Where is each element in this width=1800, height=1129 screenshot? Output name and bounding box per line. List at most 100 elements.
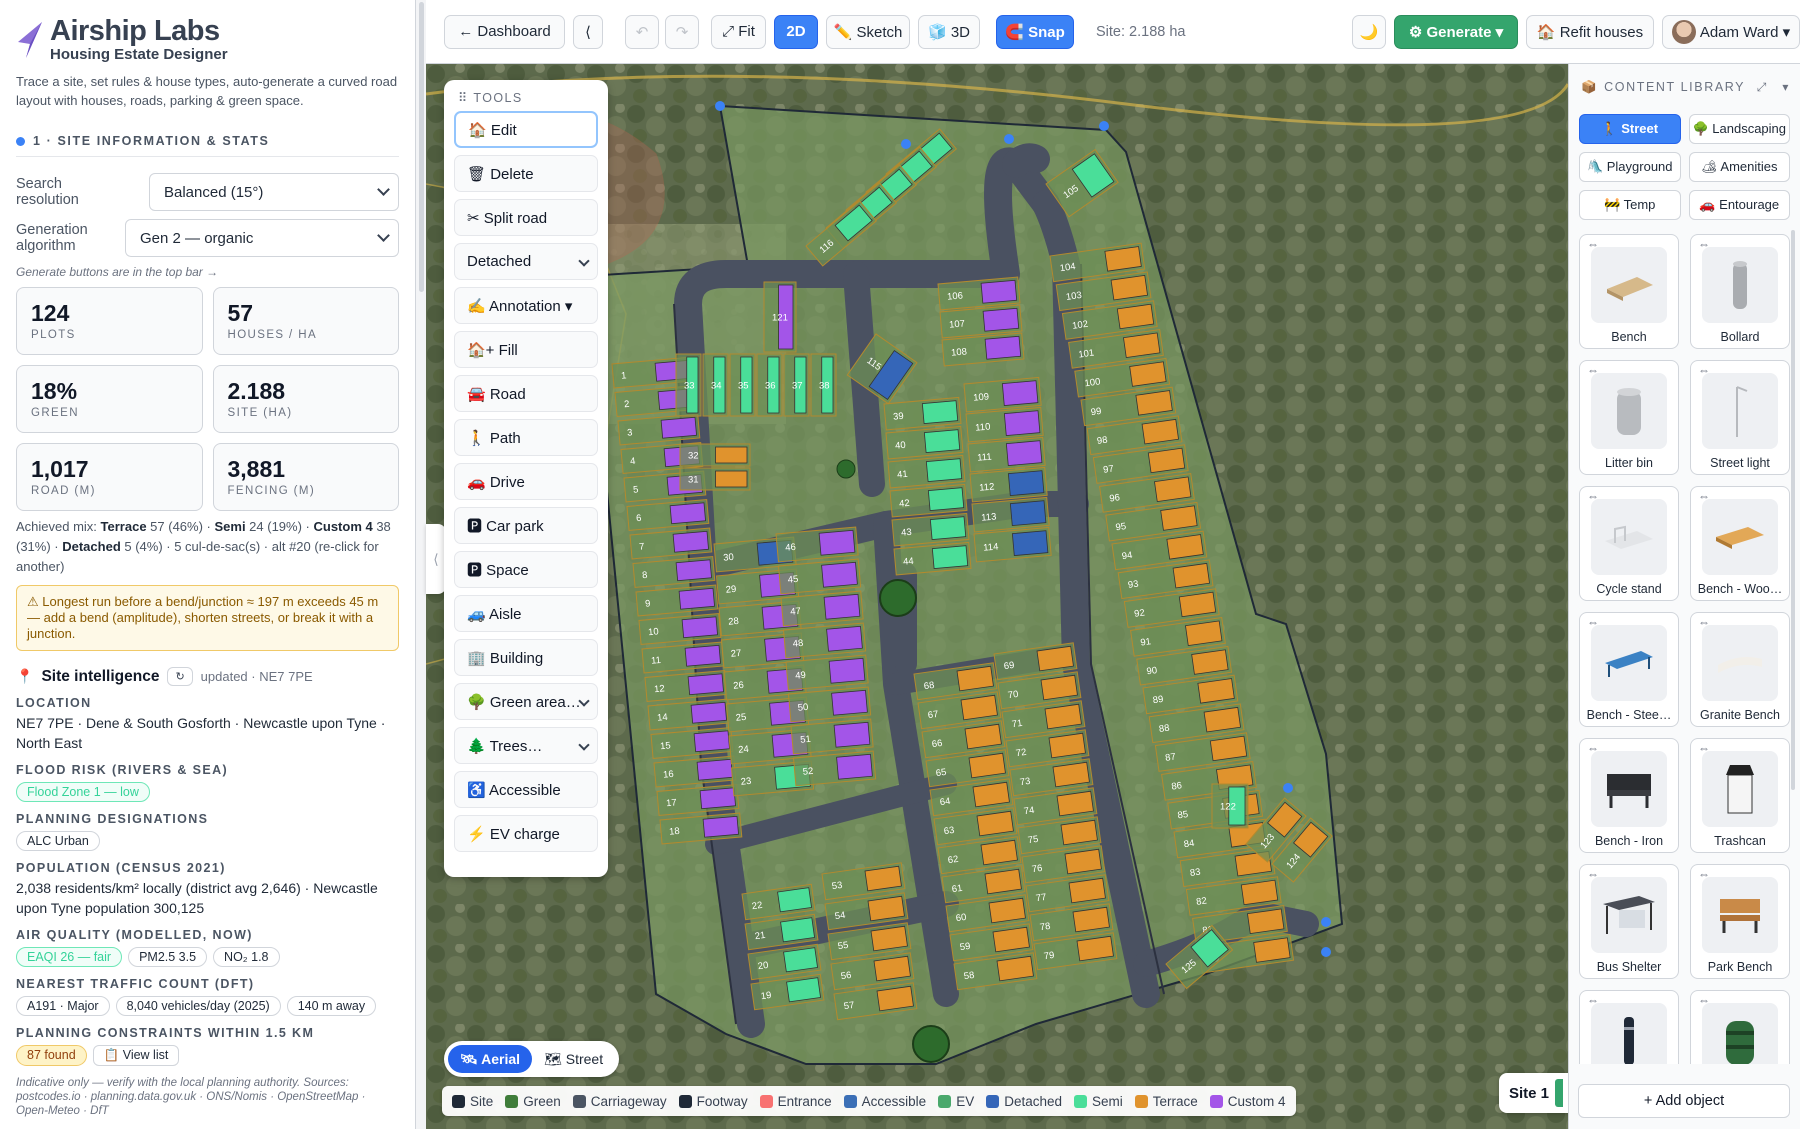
tool-15[interactable]: ♿ Accessible xyxy=(454,771,598,808)
category-tab-2[interactable]: 🛝 Playground xyxy=(1579,152,1681,182)
plot[interactable]: 111 xyxy=(967,436,1046,473)
plot[interactable]: 37 xyxy=(783,353,810,417)
plot[interactable]: 109 xyxy=(963,376,1042,413)
drag-handle-icon[interactable]: ⇔ xyxy=(1587,489,1599,503)
tool-1[interactable]: 🗑 Delete xyxy=(454,155,598,192)
library-item[interactable]: ⇔ Granite Bench xyxy=(1690,612,1790,727)
drag-handle-icon[interactable]: ⇔ xyxy=(1587,993,1599,1007)
site-tab[interactable]: Site 1 xyxy=(1499,1073,1571,1113)
library-item[interactable]: ⇔ Trashcan xyxy=(1690,738,1790,853)
drag-handle-icon[interactable]: ⇔ xyxy=(1698,237,1710,251)
tool-6[interactable]: 🚘 Road xyxy=(454,375,598,412)
category-tab-0[interactable]: 🚶 Street xyxy=(1579,114,1681,144)
plot[interactable]: 34 xyxy=(702,353,729,417)
drag-handle-icon[interactable]: ⇔ xyxy=(1587,363,1599,377)
plot-number: 9 xyxy=(645,598,651,609)
generate-button[interactable]: ⚙ Generate ▾ xyxy=(1394,14,1518,49)
library-item[interactable]: ⇔ Bus Shelter xyxy=(1579,864,1679,979)
fit-button[interactable]: ⤢ Fit xyxy=(711,14,766,49)
drag-handle-icon[interactable]: ⇔ xyxy=(1698,489,1710,503)
tool-7[interactable]: 🚶 Path xyxy=(454,419,598,456)
theme-toggle-button[interactable]: 🌙 xyxy=(1352,14,1386,49)
library-item[interactable]: ⇔ xyxy=(1690,990,1790,1064)
add-object-button[interactable]: + Add object xyxy=(1578,1084,1790,1118)
drag-handle-icon[interactable]: ⇔ xyxy=(1698,741,1710,755)
plot[interactable]: 114 xyxy=(973,526,1052,563)
drag-handle-icon[interactable]: ⇔ xyxy=(1698,993,1710,1007)
aerial-button[interactable]: 🛰 Aerial xyxy=(448,1045,533,1073)
plot[interactable]: 122 xyxy=(1211,783,1249,829)
plot[interactable]: 110 xyxy=(965,406,1044,443)
drag-handle-icon[interactable]: ⇔ xyxy=(1698,615,1710,629)
snap-button[interactable]: 🧲 Snap xyxy=(996,14,1074,49)
back-button[interactable]: ⟨ xyxy=(573,14,603,49)
search-resolution-select[interactable]: Balanced (15°) xyxy=(149,173,399,211)
tool-14[interactable]: 🌲 Trees… xyxy=(454,727,598,764)
street-button[interactable]: 🗺 Street xyxy=(532,1045,615,1073)
plot[interactable]: 113 xyxy=(971,496,1050,533)
redo-button[interactable]: ↷ xyxy=(665,14,699,49)
library-item[interactable]: ⇔ Park Bench xyxy=(1690,864,1790,979)
mode-2d-button[interactable]: 2D xyxy=(774,14,818,49)
drag-handle-icon[interactable]: ⇔ xyxy=(1587,741,1599,755)
tool-10[interactable]: 🅿 Space xyxy=(454,551,598,588)
tool-9[interactable]: 🅿 Car park xyxy=(454,507,598,544)
plot[interactable]: 31 xyxy=(679,467,751,491)
plot[interactable]: 33 xyxy=(675,353,702,417)
library-item[interactable]: ⇔ Cycle stand xyxy=(1579,486,1679,601)
drag-handle-icon[interactable]: ⇔ xyxy=(1698,363,1710,377)
tool-4[interactable]: ✍ Annotation ▾ xyxy=(454,287,598,324)
plot[interactable]: 112 xyxy=(969,466,1048,503)
refresh-button[interactable]: ↻ xyxy=(167,667,193,686)
menu-chevron-icon[interactable]: ▾ xyxy=(1782,80,1790,94)
house-footprint xyxy=(964,723,1002,750)
plot[interactable]: 32 xyxy=(679,443,751,467)
section-site-info-title[interactable]: 1 · SITE INFORMATION & STATS xyxy=(16,134,399,157)
library-item[interactable]: ⇔ Bench xyxy=(1579,234,1679,349)
tool-16[interactable]: ⚡ EV charge xyxy=(454,815,598,852)
drag-handle-icon[interactable]: ⇔ xyxy=(1587,867,1599,881)
drag-handle-icon[interactable]: ⇔ xyxy=(1587,237,1599,251)
dashboard-button[interactable]: ← Dashboard xyxy=(444,14,565,49)
tool-0[interactable]: 🏠 Edit xyxy=(454,111,598,148)
category-tab-5[interactable]: 🚗 Entourage xyxy=(1688,190,1790,220)
tool-12[interactable]: 🏢 Building xyxy=(454,639,598,676)
plot[interactable]: 36 xyxy=(756,353,783,417)
left-scrollbar[interactable] xyxy=(419,2,424,292)
drag-handle-icon[interactable]: ⇔ xyxy=(1698,867,1710,881)
library-item[interactable]: ⇔ xyxy=(1579,990,1679,1064)
plot[interactable]: 121 xyxy=(763,281,797,353)
plot-number: 89 xyxy=(1152,694,1164,706)
user-menu-button[interactable]: Adam Ward ▾ xyxy=(1662,14,1800,49)
view-list-button[interactable]: 📋 View list xyxy=(92,1045,180,1066)
library-item[interactable]: ⇔ Street light xyxy=(1690,360,1790,475)
tool-5[interactable]: 🏠+ Fill xyxy=(454,331,598,368)
library-item[interactable]: ⇔ Bench - Iron xyxy=(1579,738,1679,853)
undo-button[interactable]: ↶ xyxy=(625,14,659,49)
sketch-button[interactable]: ✏️ Sketch xyxy=(826,14,910,49)
mix-prefix: Achieved mix: xyxy=(16,519,101,534)
generation-algorithm-select[interactable]: Gen 2 — organic xyxy=(125,219,399,257)
tool-11[interactable]: 🚙 Aisle xyxy=(454,595,598,632)
tool-8[interactable]: 🚗 Drive xyxy=(454,463,598,500)
library-item[interactable]: ⇔ Bollard xyxy=(1690,234,1790,349)
tool-3[interactable]: Detached xyxy=(454,243,598,280)
drag-handle-icon[interactable]: ⇔ xyxy=(1587,615,1599,629)
plot[interactable]: 38 xyxy=(810,353,837,417)
category-tab-3[interactable]: 🏕 Amenities xyxy=(1688,152,1790,182)
category-tab-1[interactable]: 🌳 Landscaping xyxy=(1688,114,1790,144)
library-item[interactable]: ⇔ Bench - Stee… xyxy=(1579,612,1679,727)
library-item[interactable]: ⇔ Litter bin xyxy=(1579,360,1679,475)
category-tab-4[interactable]: 🚧 Temp xyxy=(1579,190,1681,220)
collapse-tools-handle[interactable]: ⟨ xyxy=(426,524,446,594)
tool-13[interactable]: 🌳 Green area… xyxy=(454,683,598,720)
tool-2[interactable]: ✂ Split road xyxy=(454,199,598,236)
library-scrollbar[interactable] xyxy=(1791,230,1795,790)
achieved-mix[interactable]: Achieved mix: Terrace 57 (46%) · Semi 24… xyxy=(16,517,399,577)
expand-icon[interactable]: ⤢ xyxy=(1757,80,1767,95)
mode-3d-button[interactable]: 🧊 3D xyxy=(918,14,980,49)
plot[interactable]: 35 xyxy=(729,353,756,417)
refit-houses-button[interactable]: 🏠 Refit houses xyxy=(1526,14,1654,49)
stat-site-ha: 2.188 SITE (HA) xyxy=(212,365,399,433)
library-item[interactable]: ⇔ Bench - Woo… xyxy=(1690,486,1790,601)
